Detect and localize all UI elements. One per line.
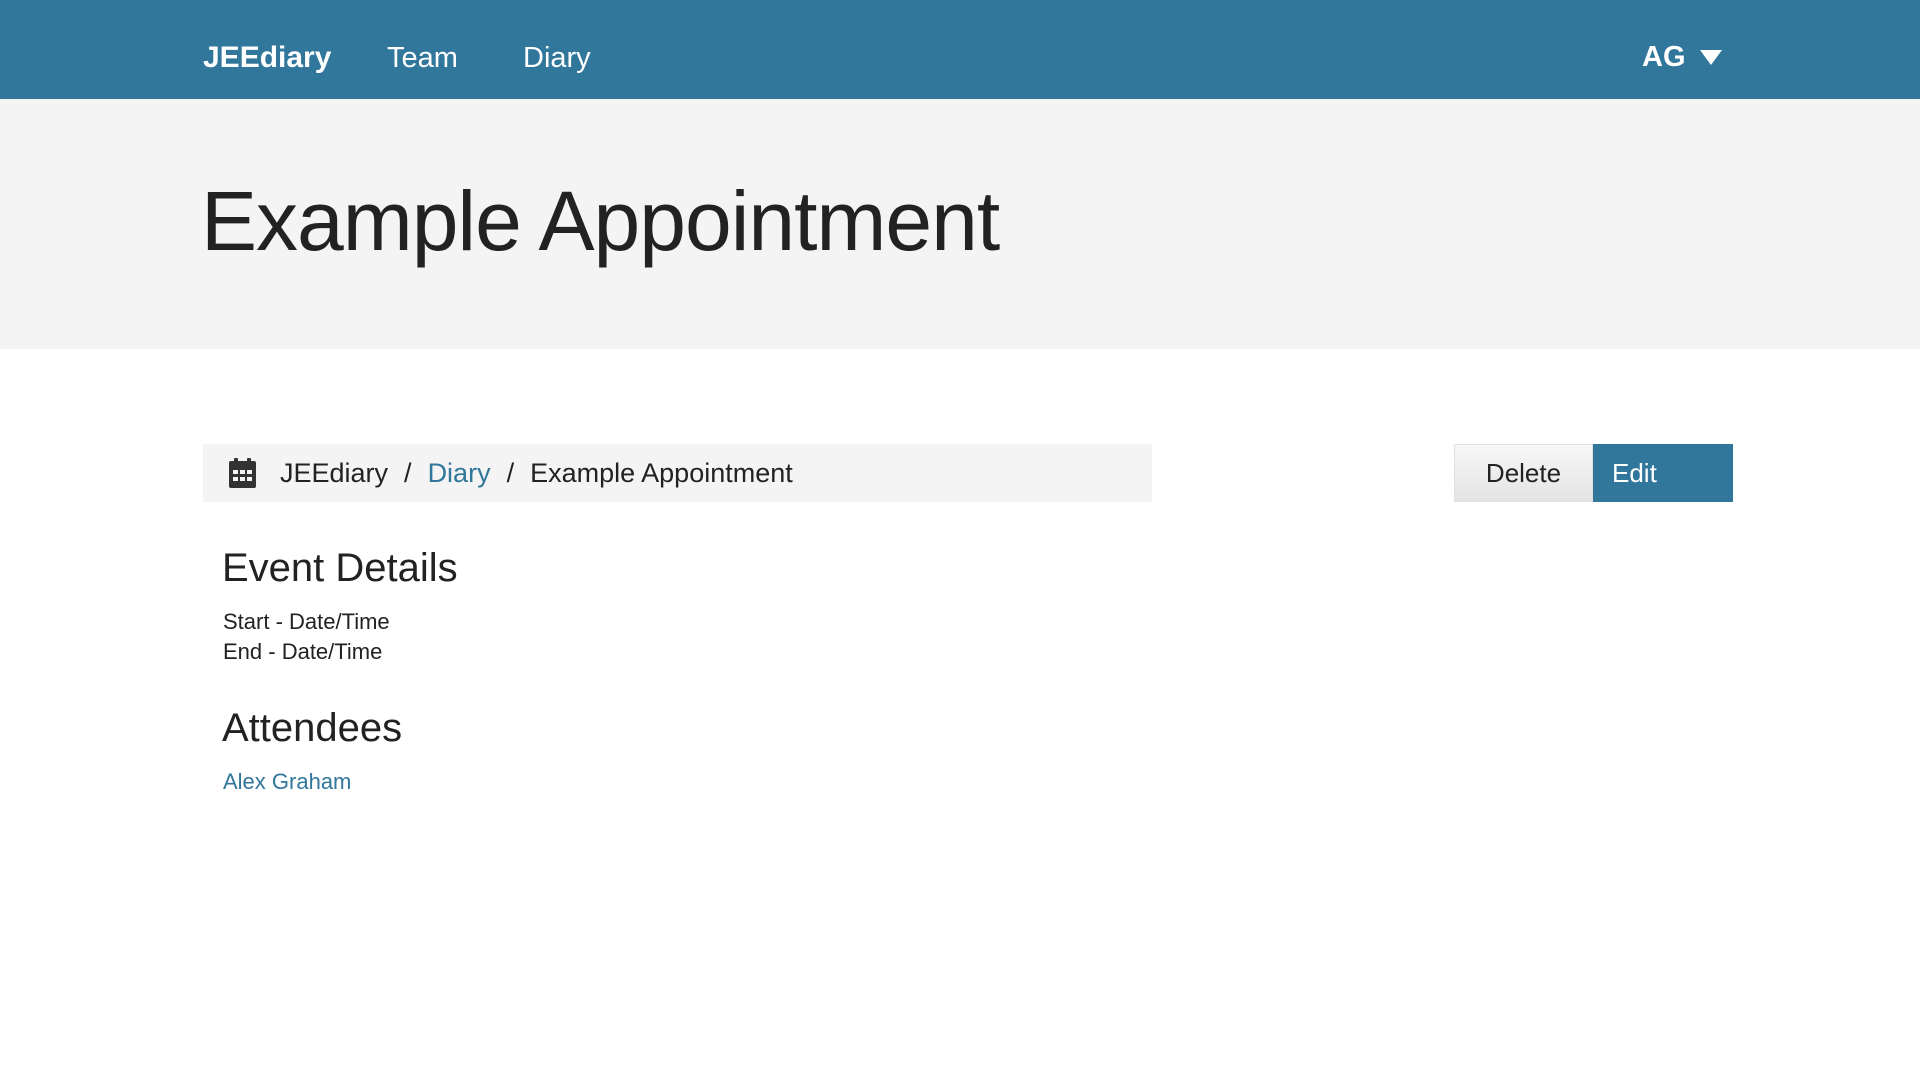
user-initials: AG [1642, 41, 1686, 73]
attendees-heading: Attendees [222, 706, 403, 750]
event-details-heading: Event Details [222, 546, 458, 590]
breadcrumb-item-diary[interactable]: Diary [428, 458, 491, 489]
end-datetime: End - Date/Time [223, 639, 383, 664]
delete-button[interactable]: Delete [1454, 444, 1593, 502]
brand-link[interactable]: JEEdiary [203, 38, 331, 78]
breadcrumb: JEEdiary / Diary / Example Appointment [203, 444, 1152, 502]
edit-button[interactable]: Edit [1593, 444, 1733, 502]
top-navbar: JEEdiary Team Diary AG [0, 0, 1920, 99]
breadcrumb-separator: / [404, 457, 412, 488]
breadcrumb-item-current: Example Appointment [530, 457, 793, 488]
breadcrumb-item-home: JEEdiary [280, 457, 389, 488]
nav-link-diary[interactable]: Diary [523, 38, 591, 78]
caret-down-icon [1699, 49, 1722, 65]
calendar-icon [229, 458, 256, 488]
start-datetime: Start - Date/Time [223, 609, 390, 634]
page-title: Example Appointment [201, 174, 1000, 268]
nav-link-team[interactable]: Team [387, 38, 458, 78]
breadcrumb-separator: / [506, 457, 515, 488]
page-header: Example Appointment [0, 99, 1920, 349]
attendee-link[interactable]: Alex Graham [223, 767, 351, 797]
user-menu-dropdown[interactable]: AG [1642, 37, 1722, 77]
